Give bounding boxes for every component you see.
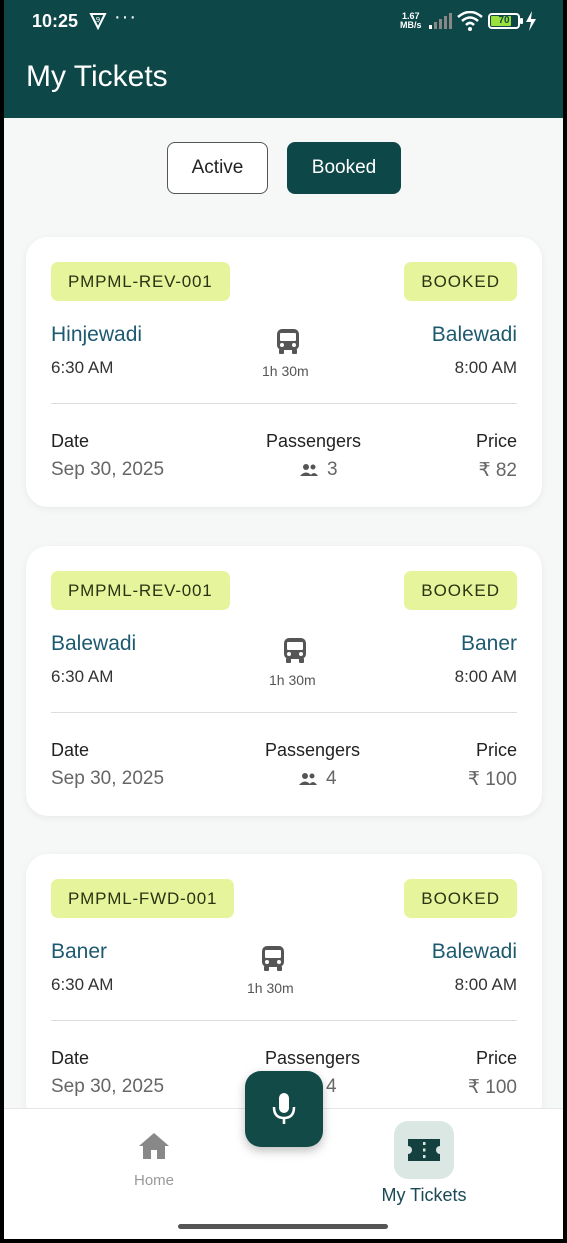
page-title: My Tickets (26, 60, 168, 93)
origin-stop: Baner (51, 940, 108, 963)
status-badge: BOOKED (404, 879, 517, 918)
bus-icon (284, 638, 306, 663)
destination-stop: Balewadi (431, 323, 517, 346)
status-badge: BOOKED (404, 571, 517, 610)
signal-icon (429, 13, 452, 29)
divider (51, 1020, 517, 1021)
price-label: Price (475, 1048, 517, 1068)
vpn-icon: 9 (89, 13, 107, 30)
ticket-icon (408, 1139, 440, 1161)
route-code-chip: PMPML-FWD-001 (51, 879, 235, 918)
home-icon (139, 1133, 169, 1159)
origin-stop: Balewadi (51, 632, 137, 655)
bus-icon (262, 946, 284, 971)
arrival-time: 8:00 AM (454, 358, 517, 377)
passengers-label: Passengers (266, 431, 362, 451)
ticket-card[interactable]: PMPML-REV-001 BOOKED Balewadi Baner 6:30… (26, 546, 542, 816)
app-header: 10:25 9 ··· 1.67 MB/s 70 My Tickets (4, 0, 563, 118)
people-icon (299, 773, 317, 785)
status-bar: 10:25 9 ··· 1.67 MB/s 70 (4, 0, 563, 44)
people-icon (300, 464, 318, 476)
destination-stop: Balewadi (431, 940, 517, 963)
travel-date: Sep 30, 2025 (51, 1076, 165, 1097)
app-screen: 10:25 9 ··· 1.67 MB/s 70 My Tickets Acti… (4, 0, 563, 1239)
route-code-chip: PMPML-REV-001 (51, 262, 230, 301)
origin-stop: Hinjewadi (51, 323, 143, 346)
departure-time: 6:30 AM (51, 975, 114, 994)
date-label: Date (51, 431, 90, 451)
nav-my-tickets[interactable]: My Tickets (364, 1121, 484, 1206)
passengers-label: Passengers (265, 740, 361, 760)
departure-time: 6:30 AM (51, 358, 114, 377)
network-speed: 1.67 MB/s (400, 11, 422, 30)
wifi-icon (457, 11, 483, 31)
travel-date: Sep 30, 2025 (51, 459, 165, 480)
ticket-price: ₹ 100 (467, 1077, 517, 1098)
svg-text:9: 9 (96, 16, 100, 24)
price-label: Price (475, 431, 517, 451)
nav-home-label: Home (133, 1172, 174, 1189)
ticket-price: ₹ 100 (467, 769, 517, 790)
passenger-count: 3 (299, 459, 338, 481)
arrival-time: 8:00 AM (454, 667, 517, 686)
passenger-count: 4 (298, 768, 337, 790)
arrival-time: 8:00 AM (454, 975, 517, 994)
voice-input-button[interactable] (245, 1071, 323, 1147)
travel-date: Sep 30, 2025 (51, 768, 165, 789)
bus-icon (277, 329, 299, 354)
ticket-price: ₹ 82 (478, 460, 517, 481)
ticket-card[interactable]: PMPML-REV-001 BOOKED Hinjewadi Balewadi … (26, 237, 542, 507)
date-label: Date (51, 1048, 90, 1068)
route-code-chip: PMPML-REV-001 (51, 571, 230, 610)
more-notifications-icon: ··· (114, 6, 137, 28)
filter-booked-button[interactable]: Booked (287, 142, 401, 194)
nav-my-tickets-label: My Tickets (381, 1185, 467, 1205)
date-label: Date (51, 740, 90, 760)
mic-icon (272, 1093, 296, 1124)
passengers-label: Passengers (265, 1048, 361, 1068)
trip-duration: 1h 30m (269, 672, 316, 688)
gesture-handle[interactable] (178, 1224, 388, 1229)
status-time: 10:25 (32, 11, 79, 31)
departure-time: 6:30 AM (51, 667, 114, 686)
trip-duration: 1h 30m (262, 363, 309, 379)
status-badge: BOOKED (404, 262, 517, 301)
nav-selected-indicator (394, 1121, 454, 1179)
filter-active-button[interactable]: Active (167, 142, 268, 194)
divider (51, 403, 517, 404)
charging-icon (526, 11, 536, 31)
nav-home[interactable]: Home (114, 1131, 194, 1189)
trip-duration: 1h 30m (247, 980, 294, 996)
battery-icon: 70 (488, 13, 523, 29)
destination-stop: Baner (460, 632, 517, 655)
divider (51, 712, 517, 713)
price-label: Price (475, 740, 517, 760)
